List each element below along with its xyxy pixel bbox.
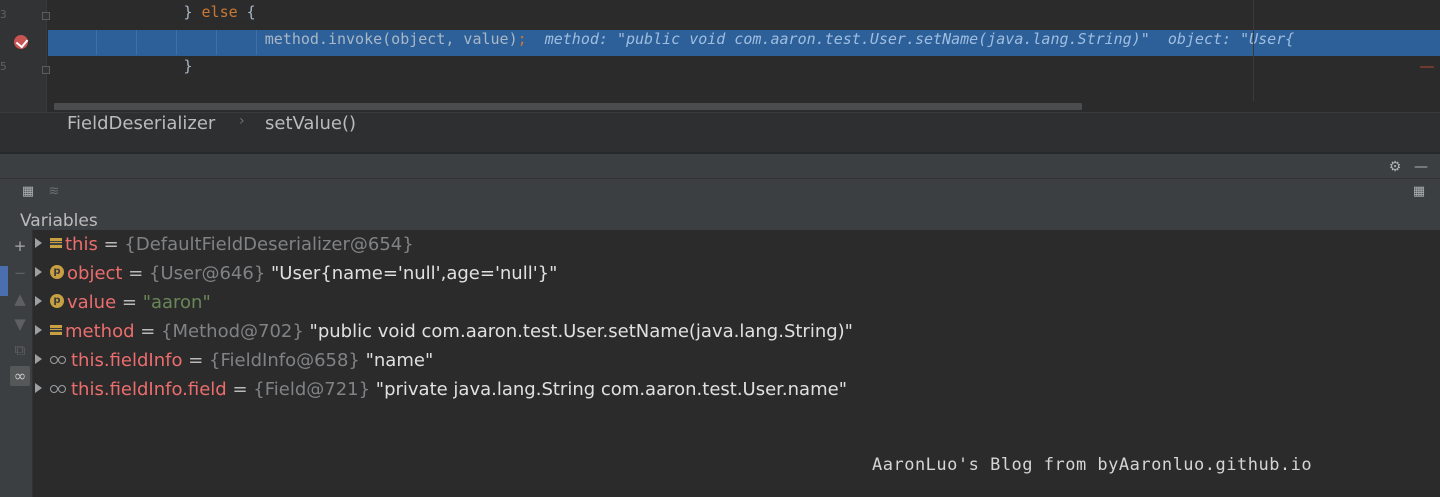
- expand-arrow-icon[interactable]: [35, 354, 42, 364]
- copy-icon[interactable]: ⧉: [10, 340, 30, 360]
- variable-type: {User@646}: [149, 263, 266, 284]
- gear-icon[interactable]: ⚙: [1386, 158, 1404, 176]
- layout-icon[interactable]: ▦: [1410, 183, 1428, 201]
- error-stripe-mark[interactable]: [1420, 66, 1434, 68]
- equals: =: [97, 234, 125, 255]
- variables-title: Variables: [20, 211, 98, 231]
- equals: =: [134, 321, 162, 342]
- horizontal-scrollbar-thumb[interactable]: [54, 103, 1082, 110]
- debug-panel-header: ⚙ —: [0, 152, 1440, 178]
- watches-toggle-icon[interactable]: ∞: [10, 366, 30, 386]
- line-number: 5: [0, 60, 7, 73]
- breadcrumb-separator: ›: [239, 113, 245, 129]
- indent-guide: [176, 30, 177, 55]
- variable-row[interactable]: method = {Method@702} "public void com.a…: [33, 321, 853, 350]
- code-line[interactable]: }: [48, 57, 1440, 83]
- debug-toolbar: ▦ ≋ ▦: [0, 178, 1440, 205]
- variable-row[interactable]: this.fieldInfo.field = {Field@721} "priv…: [33, 379, 847, 408]
- remove-watch-icon[interactable]: −: [10, 263, 30, 283]
- code-token: ;: [517, 30, 527, 48]
- expand-arrow-icon[interactable]: [35, 267, 42, 277]
- variables-header: Variables: [8, 204, 1440, 231]
- watch-icon: [50, 355, 68, 365]
- variable-type: {Method@702}: [161, 321, 304, 342]
- indent-guide: [136, 30, 137, 55]
- breadcrumb-item-method[interactable]: setValue(): [265, 113, 356, 153]
- variable-row[interactable]: p value = "aaron": [33, 292, 211, 321]
- parameter-icon: p: [50, 294, 64, 308]
- variable-name: object: [67, 263, 123, 284]
- indent-guide: [96, 30, 97, 55]
- watermark: AaronLuo's Blog from byAaronluo.github.i…: [872, 455, 1313, 475]
- variable-name: value: [67, 292, 117, 313]
- code-token: }: [183, 3, 202, 21]
- variable-value: "private java.lang.String com.aaron.test…: [370, 379, 847, 400]
- watch-icon: [50, 384, 68, 394]
- inline-debug-hint: method: "public void com.aaron.test.User…: [526, 30, 1295, 48]
- variable-value: "User{name='null',age='null'}": [265, 263, 558, 284]
- code-token: {: [237, 3, 256, 21]
- breadcrumb-item-class[interactable]: FieldDeserializer: [67, 113, 215, 153]
- equals: =: [182, 350, 210, 371]
- variable-row[interactable]: this = {DefaultFieldDeserializer@654}: [33, 234, 414, 263]
- variable-name: this.fieldInfo.field: [71, 379, 227, 400]
- expand-arrow-icon[interactable]: [35, 238, 42, 248]
- parameter-icon: p: [50, 265, 64, 279]
- variable-name: this.fieldInfo: [71, 350, 183, 371]
- indent-guide: [216, 30, 217, 55]
- minimize-icon[interactable]: —: [1412, 158, 1430, 176]
- move-up-icon[interactable]: ▲: [10, 289, 30, 309]
- equals: =: [226, 379, 254, 400]
- variables-side-toolbar: + − ▲ ▼ ⧉ ∞: [8, 230, 33, 497]
- code-editor[interactable]: 3 5 } else { method.invoke(object, value…: [0, 0, 1440, 112]
- variable-name: this: [65, 234, 98, 255]
- equals: =: [122, 263, 149, 284]
- equals: =: [116, 292, 143, 313]
- variable-name: method: [65, 321, 135, 342]
- variable-value: "aaron": [142, 292, 211, 313]
- field-icon: [50, 238, 62, 248]
- variable-type: {Field@721}: [253, 379, 371, 400]
- variable-row[interactable]: p object = {User@646} "User{name='null',a…: [33, 263, 557, 292]
- expand-arrow-icon[interactable]: [35, 325, 42, 335]
- expand-arrow-icon[interactable]: [35, 383, 42, 393]
- variable-value: "public void com.aaron.test.User.setName…: [303, 321, 853, 342]
- line-number: 3: [0, 8, 7, 21]
- selected-frame-marker: [0, 266, 8, 296]
- variable-type: {FieldInfo@658}: [209, 350, 360, 371]
- table-view-icon[interactable]: ▦: [19, 183, 37, 201]
- variable-row[interactable]: this.fieldInfo = {FieldInfo@658} "name": [33, 350, 433, 379]
- list-view-icon[interactable]: ≋: [45, 183, 63, 201]
- editor-gutter[interactable]: 3 5: [0, 0, 50, 112]
- code-line[interactable]: } else {: [48, 3, 1440, 29]
- indent-guide: [256, 30, 257, 55]
- move-down-icon[interactable]: ▼: [10, 314, 30, 334]
- breakpoint-icon[interactable]: [14, 35, 28, 49]
- code-token: method.invoke(object, value): [264, 30, 518, 48]
- field-icon: [50, 325, 62, 335]
- variable-type: {DefaultFieldDeserializer@654}: [124, 234, 414, 255]
- breadcrumb: FieldDeserializer › setValue(): [0, 112, 1440, 153]
- expand-arrow-icon[interactable]: [35, 296, 42, 306]
- variable-value: "name": [359, 350, 434, 371]
- add-watch-icon[interactable]: +: [10, 236, 30, 256]
- right-margin-guide: [1253, 0, 1254, 112]
- keyword-else: else: [201, 3, 238, 21]
- code-token: }: [183, 57, 193, 75]
